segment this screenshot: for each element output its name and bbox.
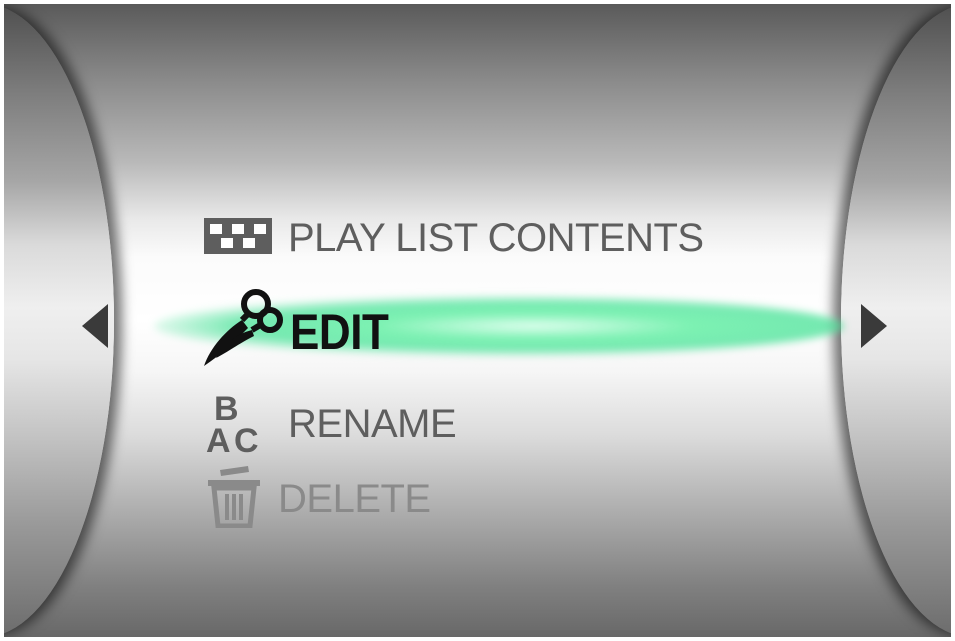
scroll-right-arrow-icon[interactable] — [861, 304, 887, 348]
trash-icon — [204, 466, 264, 533]
abc-rename-icon: B A C — [204, 390, 276, 460]
playlist-grid-icon — [204, 218, 272, 259]
menu-item-label: PLAY LIST CONTENTS — [288, 216, 704, 260]
scroll-left-arrow-icon[interactable] — [82, 304, 108, 348]
menu-item-label: EDIT — [290, 303, 389, 360]
menu-item-rename[interactable]: B A C RENAME — [204, 390, 457, 460]
scissors-icon — [196, 286, 286, 377]
menu-item-edit[interactable]: EDIT — [196, 286, 402, 377]
svg-text:A: A — [206, 422, 231, 454]
menu-item-play-list-contents[interactable]: PLAY LIST CONTENTS — [204, 216, 704, 261]
menu-item-label: DELETE — [278, 477, 431, 521]
menu-item-delete: DELETE — [204, 466, 431, 533]
menu-item-label: RENAME — [288, 402, 457, 446]
menu-screen: PLAY LIST CONTENTS EDIT B A C RENAME DEL… — [4, 4, 951, 637]
svg-text:C: C — [234, 422, 259, 454]
